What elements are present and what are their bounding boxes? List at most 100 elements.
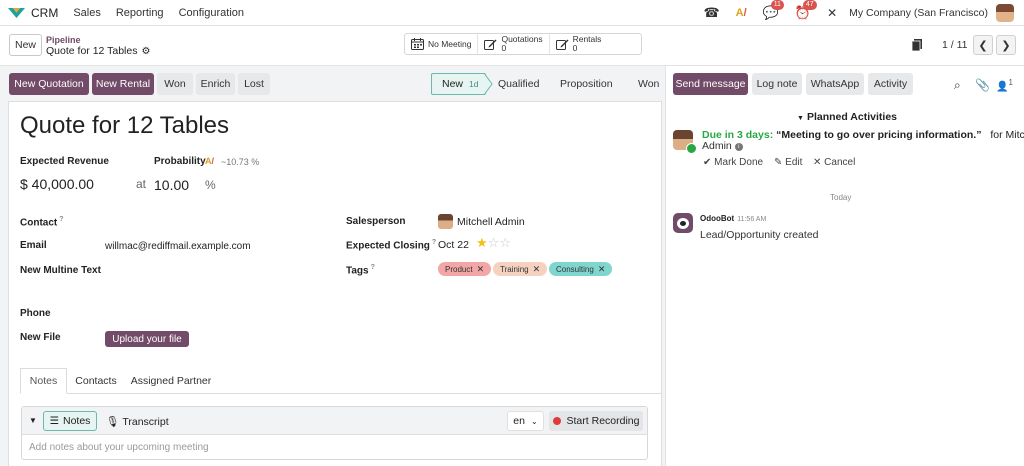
language-select[interactable]: en ⌄ [507, 411, 544, 431]
control-panel: New Pipeline Quote for 12 Tables ⚙ No Me… [0, 26, 1024, 66]
upload-file-button[interactable]: Upload your file [105, 331, 189, 347]
tab-assigned-partner[interactable]: Assigned Partner [125, 368, 217, 394]
pager-previous-button[interactable]: ❮ [973, 35, 993, 55]
ai-icon[interactable]: A/ [736, 5, 747, 21]
odoobot-avatar [673, 213, 693, 233]
tag-training[interactable]: Training ✕ [493, 262, 548, 276]
transcript-label: Transcript [122, 416, 169, 428]
paperclip-icon[interactable]: 📎 [975, 78, 990, 92]
menu-reporting[interactable]: Reporting [116, 7, 164, 19]
send-message-button[interactable]: Send message [673, 73, 748, 95]
log-note-button[interactable]: Log note [752, 73, 802, 95]
email-field[interactable]: willmac@rediffmail.example.com [105, 241, 251, 252]
new-record-button[interactable]: New [9, 34, 42, 56]
tag-label: Product [445, 264, 473, 274]
notes-mode-label: Notes [62, 415, 91, 427]
expected-revenue-input[interactable]: $ 40,000.00 [20, 176, 94, 192]
expected-closing-field[interactable]: Oct 22 [438, 239, 469, 251]
new-quotation-button[interactable]: New Quotation [9, 73, 89, 95]
form-notebook: Notes Contacts Assigned Partner [20, 368, 661, 394]
help-icon[interactable]: ? [371, 264, 375, 271]
gear-icon[interactable]: ⚙ [141, 46, 150, 57]
systray: ☎ A/ 💬 11 ⏰ 47 ✕ My Company (San Francisco… [687, 0, 1014, 23]
remove-tag-icon[interactable]: ✕ [477, 264, 485, 275]
start-recording-button[interactable]: Start Recording [549, 411, 643, 431]
new-rental-button[interactable]: New Rental [92, 73, 154, 95]
messages-icon[interactable]: 💬 11 [763, 0, 784, 21]
quotations-smart-button[interactable]: Quotations 0 [478, 34, 550, 54]
whatsapp-button[interactable]: WhatsApp [806, 73, 864, 95]
cancel-activity-button[interactable]: ✕ Cancel [813, 157, 855, 168]
tools-icon[interactable]: ✕ [827, 5, 837, 21]
pager-next-button[interactable]: ❯ [996, 35, 1016, 55]
stage-new[interactable]: New 1d [431, 73, 486, 95]
opportunity-title[interactable]: Quote for 12 Tables [20, 112, 229, 140]
transcript-button[interactable]: 🎙 Transcript [106, 415, 169, 428]
breadcrumb-pipeline[interactable]: Pipeline [46, 35, 81, 45]
message-time: 11:56 AM [737, 216, 767, 223]
notes-input[interactable]: Add notes about your upcoming meeting [29, 442, 209, 453]
tag-consulting[interactable]: Consulting ✕ [549, 262, 613, 276]
tag-label: Consulting [556, 264, 594, 274]
pager-value[interactable]: 1 / 11 [942, 39, 968, 51]
expected-revenue-label: Expected Revenue [20, 156, 109, 167]
remove-tag-icon[interactable]: ✕ [598, 264, 606, 275]
star-outline-icon[interactable]: ☆ [488, 235, 500, 250]
rentals-smart-button[interactable]: Rentals 0 [550, 34, 642, 54]
calendar-icon [411, 38, 424, 50]
check-icon: ✔ [703, 157, 712, 168]
star-outline-icon[interactable]: ☆ [499, 235, 511, 250]
menu-configuration[interactable]: Configuration [179, 7, 244, 19]
phone-activity-icon [686, 143, 697, 154]
stage-proposition[interactable]: Proposition [548, 73, 626, 95]
search-icon[interactable]: ⌕ [954, 78, 961, 93]
user-avatar[interactable] [996, 4, 1014, 22]
won-button[interactable]: Won [157, 73, 193, 95]
stage-qualified[interactable]: Qualified [486, 73, 548, 95]
company-switcher[interactable]: My Company (San Francisco) [849, 7, 988, 19]
cancel-label: Cancel [824, 157, 856, 168]
caret-down-icon[interactable]: ▼ [29, 416, 37, 425]
start-recording-label: Start Recording [566, 415, 640, 427]
star-icon[interactable]: ★ [476, 235, 488, 250]
contact-label: Contact? [20, 216, 64, 228]
activities-badge: 47 [802, 0, 817, 10]
app-brand[interactable]: CRM [8, 6, 58, 20]
lost-button[interactable]: Lost [238, 73, 270, 95]
percent-label: % [205, 178, 216, 192]
activity-button[interactable]: Activity [868, 73, 913, 95]
tab-notes[interactable]: Notes [20, 368, 67, 394]
tag-product[interactable]: Product ✕ [438, 262, 492, 276]
mark-done-button[interactable]: ✔ Mark Done [703, 157, 763, 168]
expected-closing-label: Expected Closing? [346, 239, 436, 251]
salesperson-label: Salesperson [346, 216, 406, 227]
remove-tag-icon[interactable]: ✕ [533, 264, 541, 275]
menu-sales[interactable]: Sales [73, 7, 101, 19]
salesperson-field[interactable]: Mitchell Admin [457, 216, 525, 228]
info-icon[interactable]: i [734, 143, 743, 151]
chevron-right-icon: ❯ [1001, 39, 1011, 52]
meeting-smart-button[interactable]: No Meeting [405, 34, 479, 54]
probability-input[interactable]: 10.00 [154, 177, 189, 193]
ai-probability-value: ~10.73 % [221, 157, 260, 167]
meeting-label: No Meeting [428, 38, 472, 49]
help-icon[interactable]: ? [432, 239, 436, 246]
quotations-label: Quotations [501, 34, 543, 44]
breadcrumb-current: Quote for 12 Tables ⚙ [46, 45, 150, 57]
enrich-button[interactable]: Enrich [196, 73, 235, 95]
ai-probability-icon[interactable]: A/ [205, 156, 214, 166]
planned-activities-toggle[interactable]: ▼ Planned Activities [797, 111, 897, 123]
stage-won[interactable]: Won [626, 73, 663, 95]
edit-activity-button[interactable]: ✎ Edit [774, 157, 802, 168]
stage-arrow-icon [484, 73, 493, 95]
microphone-icon: 🎙 [106, 416, 120, 428]
expected-closing-label-text: Expected Closing [346, 240, 430, 252]
tab-contacts[interactable]: Contacts [67, 368, 125, 394]
phone-icon[interactable]: ☎ [703, 5, 719, 21]
followers-icon[interactable]: 👤1 [996, 78, 1013, 92]
activities-icon[interactable]: ⏰ 47 [795, 0, 817, 21]
help-icon[interactable]: ? [59, 216, 63, 223]
notes-mode-button[interactable]: ☰ Notes [43, 411, 97, 431]
edit-label: Edit [785, 157, 803, 168]
bookmark-icon[interactable] [912, 39, 922, 51]
